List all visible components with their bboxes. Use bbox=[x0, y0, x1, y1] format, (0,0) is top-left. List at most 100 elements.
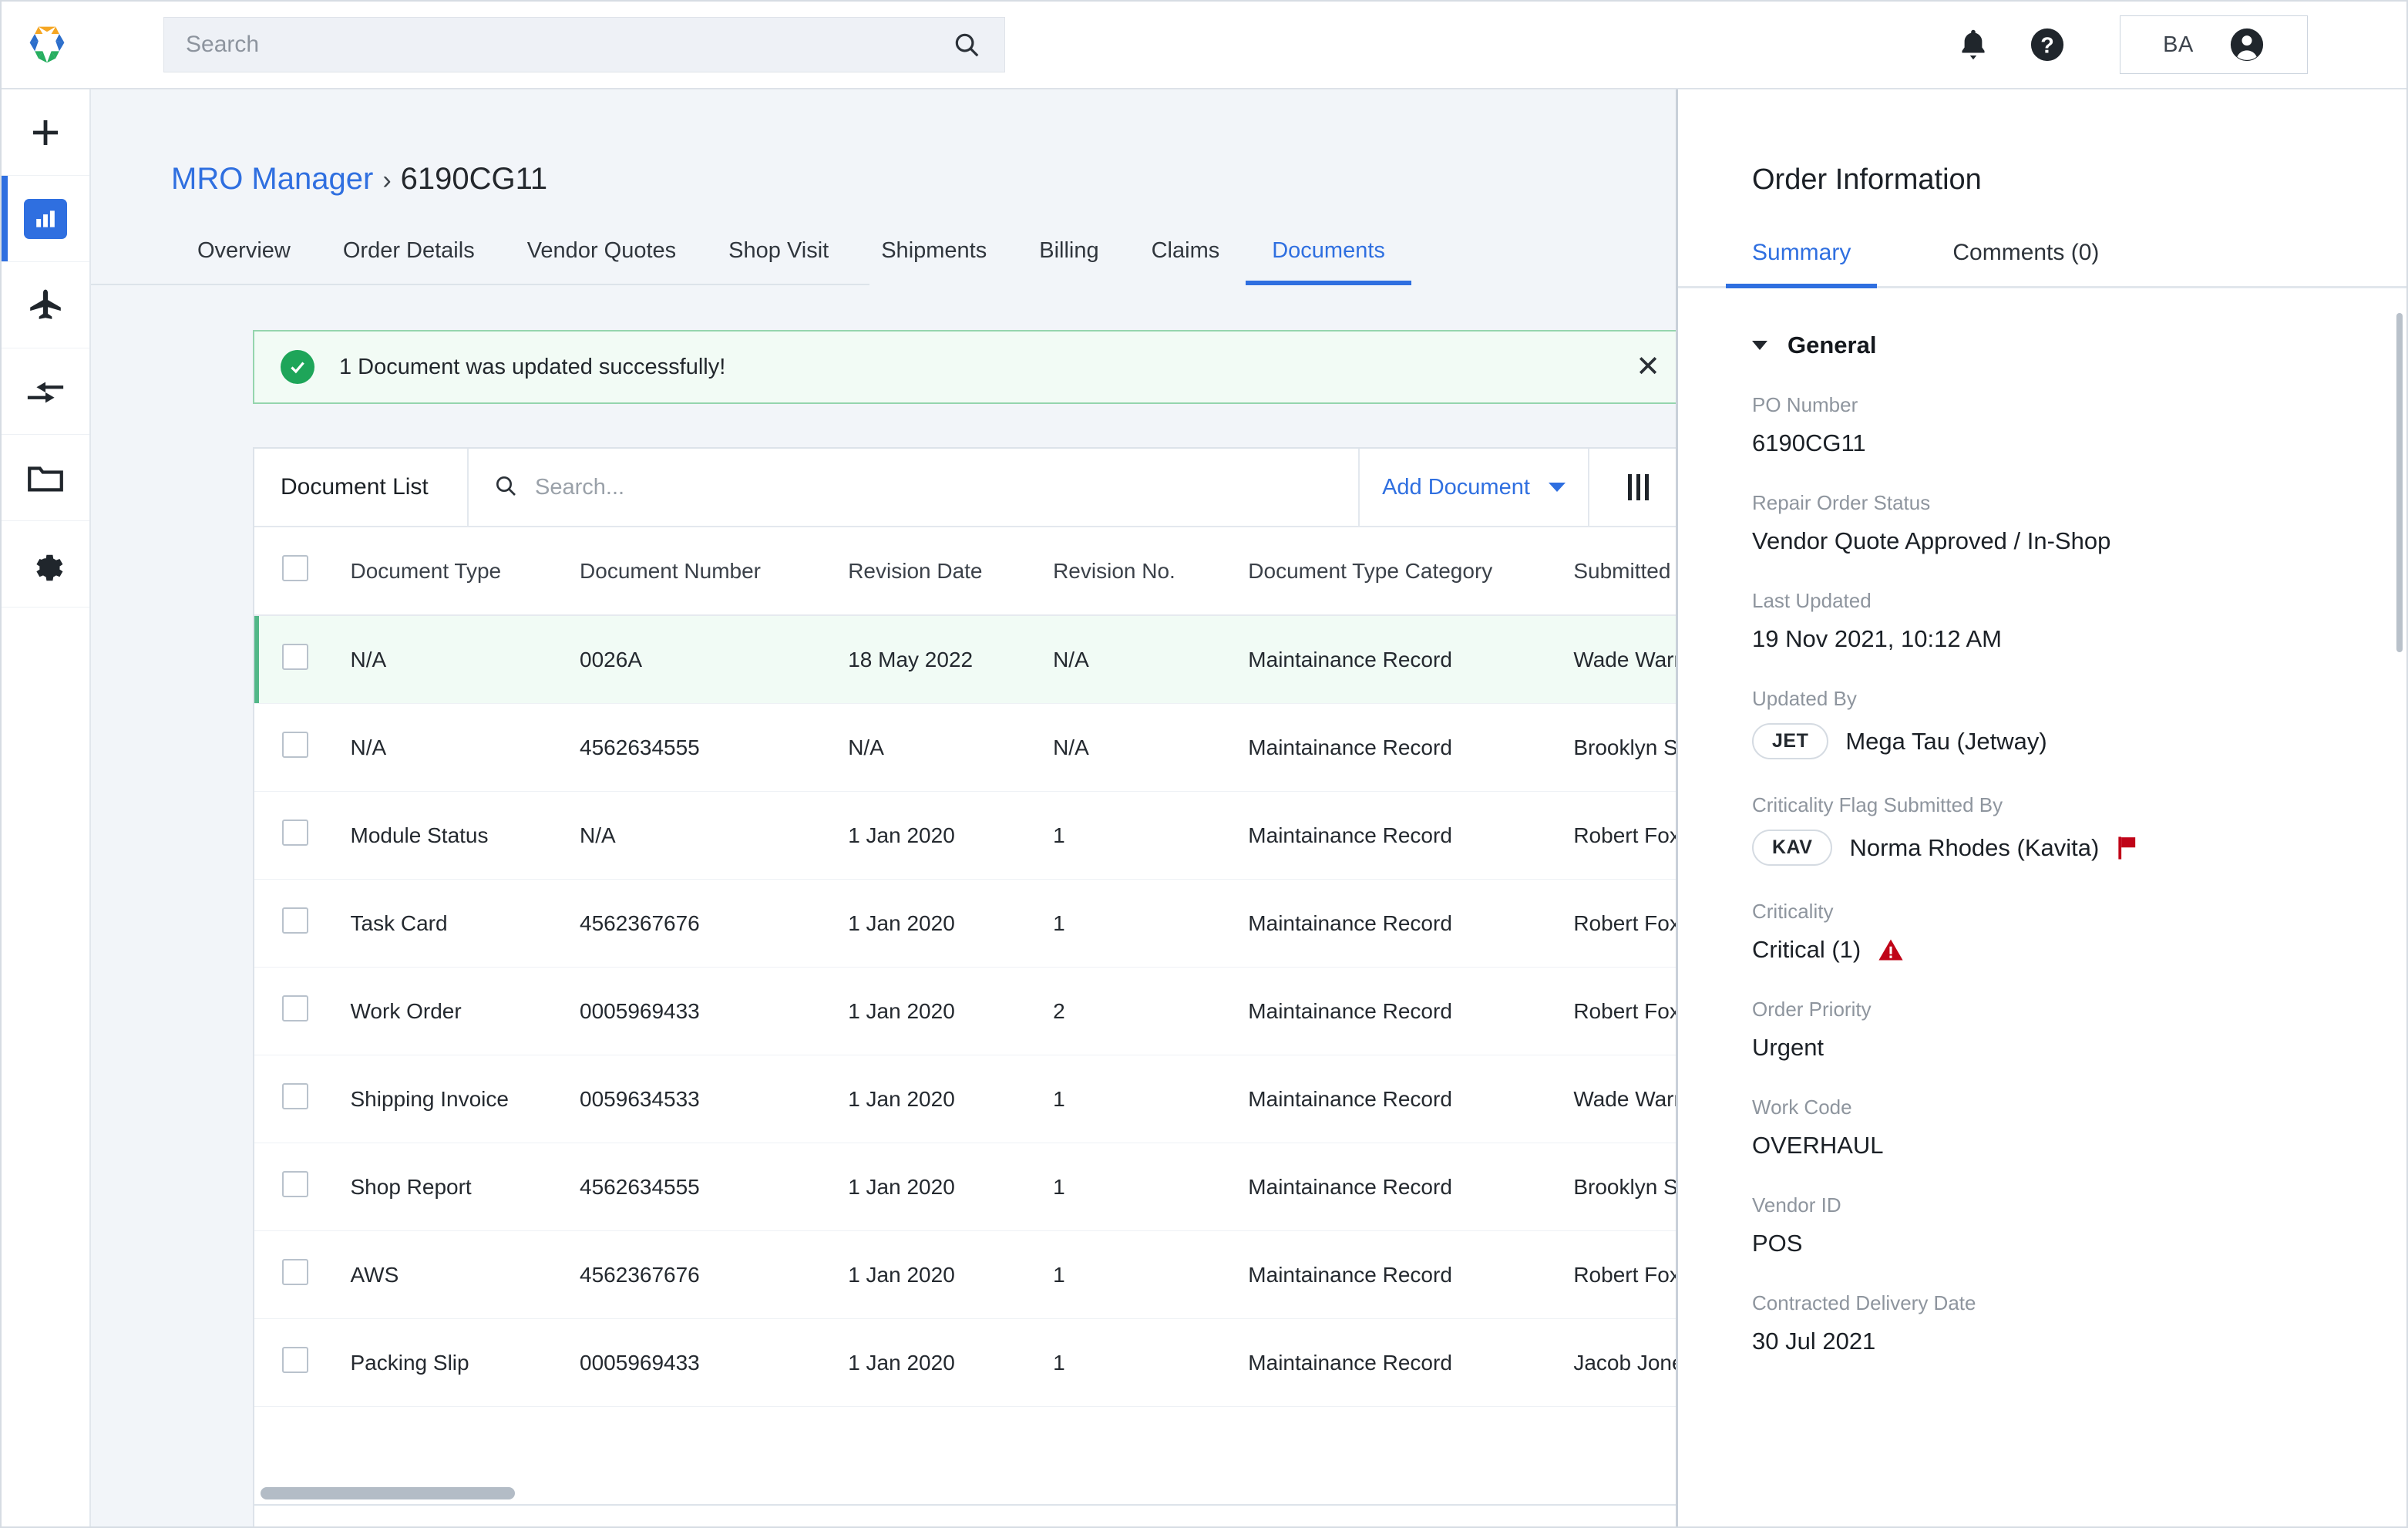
panel-tab-comments-0-[interactable]: Comments (0) bbox=[1952, 240, 2099, 286]
tab-shop-visit[interactable]: Shop Visit bbox=[702, 238, 855, 284]
row-checkbox[interactable] bbox=[282, 1259, 308, 1285]
tab-claims[interactable]: Claims bbox=[1125, 238, 1246, 284]
logo-container[interactable] bbox=[2, 22, 92, 67]
row-checkbox[interactable] bbox=[282, 1347, 308, 1373]
order-fields-list: PO Number 6190CG11 Repair Order Status Vend… bbox=[1678, 359, 2406, 1355]
cell-category: Maintainance Record bbox=[1248, 791, 1574, 880]
tab-overview[interactable]: Overview bbox=[171, 238, 317, 284]
cell-revision-no: 1 bbox=[1053, 1318, 1249, 1407]
field-value: 30 Jul 2021 bbox=[1752, 1328, 2406, 1355]
chart-icon bbox=[24, 198, 67, 239]
gear-icon bbox=[36, 554, 63, 581]
field-value-text: Critical (1) bbox=[1752, 936, 1861, 963]
column-header-revision-no-[interactable]: Revision No. bbox=[1053, 527, 1249, 616]
cell-type: N/A bbox=[350, 615, 580, 704]
row-checkbox[interactable] bbox=[282, 820, 308, 846]
cell-submitted-by: Jacob Jones (Kavita) bbox=[1573, 1318, 1676, 1407]
sidebar-item-dashboard[interactable] bbox=[2, 176, 89, 262]
column-header-submitted-by[interactable]: Submitted by bbox=[1573, 527, 1676, 616]
table-row[interactable]: N/A 0026A 18 May 2022 N/A Maintainance Recor… bbox=[254, 615, 1676, 704]
profile-button[interactable]: BA bbox=[2120, 15, 2308, 74]
document-list-title: Document List bbox=[254, 449, 469, 526]
breadcrumb-current: 6190CG11 bbox=[400, 162, 548, 196]
row-select-cell bbox=[254, 1055, 351, 1143]
cell-revision-no: 1 bbox=[1053, 1143, 1249, 1231]
sidebar-item-transfers[interactable] bbox=[2, 348, 89, 435]
cell-submitted-by: Robert Fox (Kavita) bbox=[1573, 879, 1676, 968]
help-button[interactable]: ? bbox=[2010, 8, 2084, 82]
tab-shipments[interactable]: Shipments bbox=[855, 238, 1013, 284]
table-row[interactable]: Module Status N/A 1 Jan 2020 1 Maintainance … bbox=[254, 791, 1676, 880]
column-settings-button[interactable] bbox=[1589, 449, 1676, 526]
column-header-document-number[interactable]: Document Number bbox=[580, 527, 849, 616]
row-checkbox[interactable] bbox=[282, 732, 308, 758]
column-header-revision-date[interactable]: Revision Date bbox=[848, 527, 1054, 616]
table-row[interactable]: AWS 4562367676 1 Jan 2020 1 Maintainance Rec… bbox=[254, 1230, 1676, 1319]
field-po-number: PO Number 6190CG11 bbox=[1678, 359, 2406, 457]
field-value: 6190CG11 bbox=[1752, 429, 2406, 457]
search-icon[interactable] bbox=[952, 30, 1004, 59]
table-row[interactable]: Shop Report 4562634555 1 Jan 2020 1 Maintain… bbox=[254, 1143, 1676, 1231]
row-checkbox[interactable] bbox=[282, 644, 308, 670]
profile-initials: BA bbox=[2163, 32, 2194, 57]
document-search-input[interactable] bbox=[535, 474, 1358, 500]
tab-documents[interactable]: Documents bbox=[1246, 238, 1411, 285]
row-checkbox[interactable] bbox=[282, 1083, 308, 1109]
field-value-text: Norma Rhodes (Kavita) bbox=[1849, 833, 2100, 861]
field-value: 19 Nov 2021, 10:12 AM bbox=[1752, 625, 2406, 653]
column-header-document-type[interactable]: Document Type bbox=[350, 527, 580, 616]
horizontal-scrollbar[interactable] bbox=[254, 1484, 1676, 1504]
row-checkbox[interactable] bbox=[282, 1171, 308, 1197]
panel-tab-summary[interactable]: Summary bbox=[1725, 240, 1878, 288]
cell-submitted-by: Wade Warren (Kavita) bbox=[1573, 1055, 1676, 1143]
search-input[interactable] bbox=[164, 32, 952, 58]
document-table-scroll: Document Type Document Number Revision Dat… bbox=[254, 527, 1676, 1504]
sidebar-item-add[interactable] bbox=[2, 89, 89, 176]
general-section-header[interactable]: General bbox=[1678, 288, 2406, 359]
scrollbar-thumb[interactable] bbox=[261, 1487, 515, 1499]
sidebar-item-documents[interactable] bbox=[2, 435, 89, 521]
column-header-document-type-category[interactable]: Document Type Category bbox=[1248, 527, 1574, 616]
field-label: PO Number bbox=[1752, 393, 1858, 416]
document-search-box[interactable] bbox=[469, 449, 1358, 526]
breadcrumb: MRO Manager › 6190CG11 bbox=[91, 89, 1676, 197]
cell-type: N/A bbox=[350, 703, 580, 792]
tab-order-details[interactable]: Order Details bbox=[317, 238, 501, 284]
cell-number: 4562367676 bbox=[580, 879, 849, 968]
row-select-cell bbox=[254, 1318, 351, 1407]
success-alert: 1 Document was updated successfully! ✕ bbox=[253, 330, 1676, 404]
cell-category: Maintainance Record bbox=[1248, 1318, 1574, 1407]
breadcrumb-root[interactable]: MRO Manager bbox=[171, 162, 373, 197]
add-document-button[interactable]: Add Document bbox=[1358, 449, 1589, 526]
row-select-cell bbox=[254, 703, 351, 792]
row-checkbox[interactable] bbox=[282, 995, 308, 1021]
field-label: Work Code bbox=[1752, 1096, 1852, 1119]
table-row[interactable]: Shipping Invoice 0059634533 1 Jan 2020 1 Mai… bbox=[254, 1055, 1676, 1143]
tab-billing[interactable]: Billing bbox=[1013, 238, 1125, 284]
table-row[interactable]: Packing Slip 0005969433 1 Jan 2020 1 Maintai… bbox=[254, 1318, 1676, 1407]
field-label: Vendor ID bbox=[1752, 1193, 1841, 1217]
warning-triangle-icon bbox=[1878, 939, 1903, 961]
row-checkbox[interactable] bbox=[282, 907, 308, 934]
cell-submitted-by: Brooklyn Simmons (Kavita) bbox=[1573, 1143, 1676, 1231]
field-order-priority: Order Priority Urgent bbox=[1678, 964, 2406, 1062]
cell-number: N/A bbox=[580, 791, 849, 880]
sidebar-item-settings[interactable] bbox=[2, 521, 89, 607]
sidebar-item-fleet[interactable] bbox=[2, 262, 89, 348]
section-label: General bbox=[1788, 332, 1877, 358]
field-label: Criticality Flag Submitted By bbox=[1752, 793, 2003, 816]
field-value-text: OVERHAUL bbox=[1752, 1132, 1884, 1159]
panel-scrollbar[interactable] bbox=[2396, 313, 2403, 652]
row-select-cell bbox=[254, 1230, 351, 1319]
row-select-cell bbox=[254, 879, 351, 968]
tab-vendor-quotes[interactable]: Vendor Quotes bbox=[501, 238, 702, 284]
table-row[interactable]: Task Card 4562367676 1 Jan 2020 1 Maintainan… bbox=[254, 879, 1676, 968]
close-icon[interactable]: ✕ bbox=[1636, 352, 1660, 382]
table-row[interactable]: N/A 4562634555 N/A N/A Maintainance Record Br… bbox=[254, 703, 1676, 792]
table-row[interactable]: Work Order 0005969433 1 Jan 2020 2 Maintaina… bbox=[254, 967, 1676, 1055]
global-search-box[interactable] bbox=[163, 17, 1005, 72]
cell-number: 0005969433 bbox=[580, 1318, 849, 1407]
select-all-checkbox[interactable] bbox=[282, 555, 308, 581]
notifications-button[interactable] bbox=[1936, 8, 2010, 82]
field-value-text: 30 Jul 2021 bbox=[1752, 1328, 1876, 1355]
